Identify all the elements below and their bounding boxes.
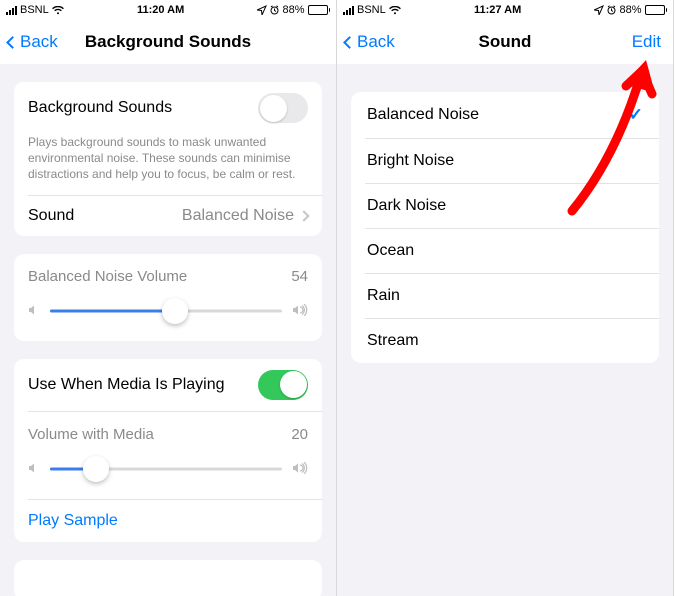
sound-name: Balanced Noise [367, 106, 479, 124]
status-bar: BSNL 11:20 AM 88% [0, 0, 336, 20]
media-toggle-row: Use When Media Is Playing [14, 359, 322, 411]
sound-option-ocean[interactable]: Ocean [351, 229, 659, 273]
wifi-icon [389, 6, 401, 15]
volume-thumb [162, 298, 188, 324]
carrier-label: BSNL [357, 4, 386, 16]
media-group: Use When Media Is Playing Volume with Me… [14, 359, 322, 542]
media-volume-slider[interactable] [50, 455, 282, 483]
sound-selector-row[interactable]: Sound Balanced Noise [14, 196, 322, 236]
media-toggle[interactable] [258, 370, 308, 400]
bg-sounds-label: Background Sounds [28, 99, 172, 117]
battery-pct: 88% [619, 4, 641, 16]
signal-icon [6, 6, 17, 15]
volume-slider[interactable] [50, 297, 282, 325]
sound-option-rain[interactable]: Rain [351, 274, 659, 318]
sound-label: Sound [28, 207, 74, 225]
volume-label: Balanced Noise Volume [28, 268, 187, 285]
back-button[interactable]: Back [8, 32, 58, 52]
left-screen: BSNL 11:20 AM 88% Back Background Sounds… [0, 0, 337, 596]
back-button[interactable]: Back [345, 32, 395, 52]
sound-option-bright-noise[interactable]: Bright Noise [351, 139, 659, 183]
sound-value: Balanced Noise [182, 207, 294, 225]
battery-icon [645, 5, 668, 15]
nav-bar: Back Sound Edit [337, 20, 673, 64]
sound-name: Bright Noise [367, 152, 454, 170]
battery-pct: 88% [282, 4, 304, 16]
status-bar: BSNL 11:27 AM 88% [337, 0, 673, 20]
media-toggle-label: Use When Media Is Playing [28, 376, 225, 394]
chevron-left-icon [6, 36, 19, 49]
signal-icon [343, 6, 354, 15]
chevron-left-icon [343, 36, 356, 49]
sound-option-dark-noise[interactable]: Dark Noise [351, 184, 659, 228]
bg-sounds-toggle-row: Background Sounds [14, 82, 322, 134]
location-icon [257, 5, 267, 15]
back-label: Back [20, 32, 58, 52]
sound-name: Ocean [367, 242, 414, 260]
clock: 11:20 AM [64, 4, 258, 16]
right-screen: BSNL 11:27 AM 88% Back Sound Edit Balanc… [337, 0, 674, 596]
chevron-right-icon [298, 210, 309, 221]
nav-bar: Back Background Sounds [0, 20, 336, 64]
content-area: Background Sounds Plays background sound… [0, 64, 336, 596]
speaker-high-icon [292, 303, 308, 319]
carrier-label: BSNL [20, 4, 49, 16]
sound-list: Balanced Noise ✓ Bright Noise Dark Noise… [351, 92, 659, 363]
media-volume-value: 20 [291, 426, 308, 443]
play-sample-button[interactable]: Play Sample [14, 500, 322, 542]
location-icon [594, 5, 604, 15]
wifi-icon [52, 6, 64, 15]
background-sounds-group: Background Sounds Plays background sound… [14, 82, 322, 236]
bg-sounds-toggle[interactable] [258, 93, 308, 123]
edit-button[interactable]: Edit [632, 32, 661, 52]
sound-name: Dark Noise [367, 197, 446, 215]
checkmark-icon: ✓ [629, 105, 643, 125]
sound-option-stream[interactable]: Stream [351, 319, 659, 363]
alarm-icon [607, 5, 616, 15]
sound-name: Stream [367, 332, 419, 350]
content-area: Balanced Noise ✓ Bright Noise Dark Noise… [337, 64, 673, 596]
volume-group: Balanced Noise Volume 54 [14, 254, 322, 341]
volume-fill [50, 309, 175, 312]
sound-option-balanced-noise[interactable]: Balanced Noise ✓ [351, 92, 659, 138]
volume-value: 54 [291, 268, 308, 285]
clock: 11:27 AM [401, 4, 595, 16]
speaker-low-icon [28, 303, 40, 319]
bg-sounds-description: Plays background sounds to mask unwanted… [14, 134, 322, 195]
alarm-icon [270, 5, 279, 15]
back-label: Back [357, 32, 395, 52]
battery-icon [308, 5, 331, 15]
media-volume-label: Volume with Media [28, 426, 154, 443]
sound-name: Rain [367, 287, 400, 305]
media-volume-thumb [83, 456, 109, 482]
next-group [14, 560, 322, 596]
speaker-low-icon [28, 461, 40, 477]
speaker-high-icon [292, 461, 308, 477]
